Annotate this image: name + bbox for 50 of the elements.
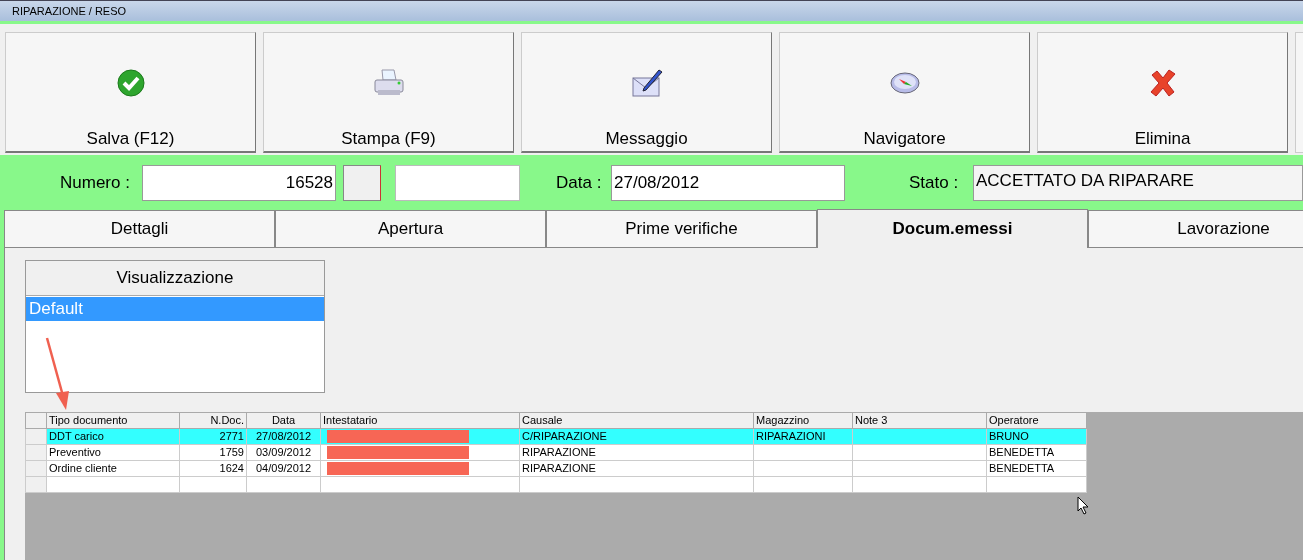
table-cell: DDT carico — [49, 430, 104, 442]
table-cell: RIPARAZIONE — [522, 446, 596, 458]
column-header[interactable]: Intestatario — [320, 412, 520, 429]
toolbar-button[interactable] — [1295, 32, 1303, 153]
column-header[interactable]: Operatore — [986, 412, 1087, 429]
table-cell: 1624 — [219, 462, 244, 474]
table-cell: BRUNO — [989, 430, 1029, 442]
cursor-icon — [1077, 496, 1089, 515]
table-cell: Ordine cliente — [49, 462, 117, 474]
table-cell: 2771 — [219, 430, 244, 442]
stato-field[interactable]: ACCETTATO DA RIPARARE — [973, 165, 1303, 201]
data-field[interactable]: 27/08/2012 — [611, 165, 845, 201]
stato-label: Stato : — [909, 172, 960, 195]
column-header[interactable]: Tipo documento — [46, 412, 180, 429]
tab[interactable]: Docum.emessi — [817, 209, 1088, 248]
table-cell: 1759 — [219, 446, 244, 458]
tab[interactable]: Prime verifiche — [546, 210, 817, 248]
toolbar-button[interactable]: Navigatore — [779, 32, 1030, 153]
table-cell: 03/09/2012 — [255, 446, 312, 458]
tab[interactable]: Apertura — [275, 210, 546, 248]
table-cell: RIPARAZIONE — [522, 462, 596, 474]
table-cell: BENEDETTA — [989, 462, 1055, 474]
window-title: RIPARAZIONE / RESO — [12, 3, 127, 19]
table-cell: C/RIPARAZIONE — [522, 430, 607, 442]
lookup-button[interactable] — [343, 165, 381, 201]
numero-field[interactable]: 16528 — [142, 165, 336, 201]
column-header[interactable]: Magazzino — [753, 412, 853, 429]
column-header[interactable]: N.Doc. — [179, 412, 247, 429]
toolbar-button[interactable]: Elimina — [1037, 32, 1288, 153]
envelope-pen-icon — [630, 67, 663, 98]
check-icon — [115, 67, 146, 98]
input-field[interactable] — [395, 165, 520, 201]
tab[interactable]: Dettagli — [4, 210, 275, 248]
data-label: Data : — [556, 172, 603, 195]
toolbar-button[interactable]: Salva (F12) — [5, 32, 256, 153]
view-list-header: Visualizzazione — [26, 261, 324, 296]
table-cell: 04/09/2012 — [255, 462, 312, 474]
toolbar-button[interactable]: Messaggio — [521, 32, 772, 153]
compass-icon — [888, 70, 921, 95]
table-cell: Preventivo — [49, 446, 101, 458]
table-cell: RIPARAZIONI — [756, 430, 826, 442]
toolbar-button[interactable]: Stampa (F9) — [263, 32, 514, 153]
table-cell: BENEDETTA — [989, 446, 1055, 458]
tab[interactable]: Lavorazione — [1088, 210, 1303, 248]
numero-label: Numero : — [60, 172, 131, 195]
column-header[interactable]: Causale — [519, 412, 754, 429]
column-header[interactable]: Data — [246, 412, 321, 429]
table-cell: 27/08/2012 — [255, 430, 312, 442]
printer-icon — [372, 67, 405, 98]
column-header[interactable]: Note 3 — [852, 412, 987, 429]
